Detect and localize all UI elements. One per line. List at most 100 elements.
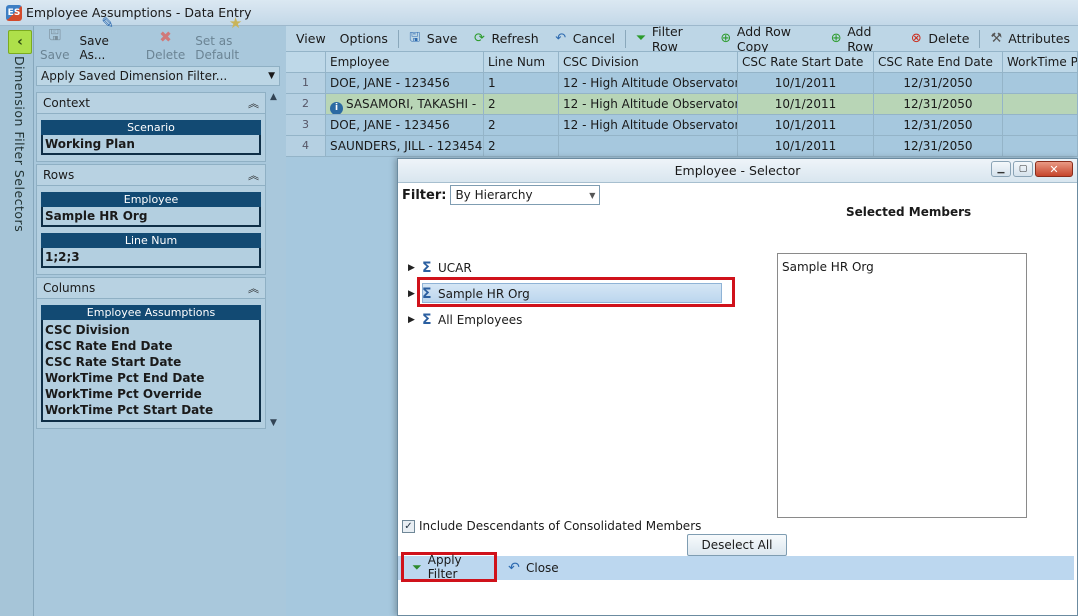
worktime-cell[interactable] (1003, 115, 1078, 136)
dialog-title-bar[interactable]: Employee - Selector ▁ ▢ ✕ (398, 159, 1077, 183)
table-row[interactable]: 4 SAUNDERS, JILL - 123454 2 10/1/2011 12… (286, 136, 1078, 157)
plus-circle-icon: ⊕ (720, 31, 732, 46)
employee-cell[interactable]: SAUNDERS, JILL - 123454 (326, 136, 484, 157)
end-date-cell[interactable]: 12/31/2050 (874, 136, 1003, 157)
scroll-up-icon[interactable]: ▲ (270, 92, 277, 102)
division-cell[interactable]: 12 - High Altitude Observatory (559, 115, 738, 136)
line-cell[interactable]: 2 (484, 136, 559, 157)
attributes-label: Attributes (1008, 31, 1070, 46)
apply-filter-button[interactable]: ⏷ Apply Filter (401, 552, 497, 582)
close-button[interactable]: ↶ Close (506, 556, 559, 580)
attributes-button[interactable]: ⚒ Attributes (982, 28, 1078, 50)
line-num-field[interactable]: 1;2;3 (41, 248, 261, 268)
selected-members-list[interactable]: Sample HR Org (777, 253, 1027, 518)
worktime-cell[interactable] (1003, 73, 1078, 94)
column-header[interactable]: CSC Division (559, 52, 738, 73)
start-date-cell[interactable]: 10/1/2011 (738, 115, 874, 136)
line-cell[interactable]: 2 (484, 94, 559, 115)
tree-node-all-employees[interactable]: ▶ Σ All Employees (408, 307, 738, 333)
saved-filter-dropdown[interactable]: Apply Saved Dimension Filter... ▼ (36, 66, 280, 86)
tree-node-sample-hr-org[interactable]: ▶ Σ Sample HR Org (408, 277, 738, 307)
close-label: Close (526, 561, 559, 575)
list-item[interactable]: Sample HR Org (782, 260, 1022, 274)
column-header[interactable]: CSC Rate Start Date (738, 52, 874, 73)
scenario-field[interactable]: Working Plan (41, 135, 261, 155)
context-title: Context (43, 96, 91, 110)
division-cell[interactable] (559, 136, 738, 157)
worktime-cell[interactable] (1003, 136, 1078, 157)
expand-arrow-icon[interactable]: ▶ (408, 315, 422, 325)
star-icon: ★ (228, 14, 243, 32)
rows-section-header[interactable]: Rows ︽ (36, 164, 266, 186)
toolbar-divider (397, 29, 399, 48)
table-row[interactable]: 2 i SASAMORI, TAKASHI - 2 12 - High Altit… (286, 94, 1078, 115)
end-date-cell[interactable]: 12/31/2050 (874, 115, 1003, 136)
expand-arrow-icon[interactable]: ▶ (408, 289, 422, 299)
set-as-default-button[interactable]: ★ Set as Default (195, 14, 276, 62)
end-date-cell[interactable]: 12/31/2050 (874, 73, 1003, 94)
view-menu[interactable]: View (290, 28, 334, 50)
options-menu[interactable]: Options (334, 28, 396, 50)
column-header[interactable]: CSC Rate End Date (874, 52, 1003, 73)
start-date-cell[interactable]: 10/1/2011 (738, 136, 874, 157)
division-cell[interactable]: 12 - High Altitude Observatory (559, 73, 738, 94)
collapse-chevrons-icon[interactable]: ︽ (248, 167, 259, 183)
toolbar-divider (979, 29, 981, 48)
filter-select[interactable]: By Hierarchy ▼ (450, 185, 601, 205)
filter-row-button[interactable]: ⏷ Filter Row (628, 24, 713, 54)
start-date-cell[interactable]: 10/1/2011 (738, 73, 874, 94)
end-date-cell[interactable]: 12/31/2050 (874, 94, 1003, 115)
tree-node-label: UCAR (438, 261, 472, 275)
employee-field[interactable]: Sample HR Org (41, 207, 261, 227)
collapse-chevrons-icon[interactable]: ︽ (248, 95, 259, 111)
employee-cell[interactable]: DOE, JANE - 123456 (326, 115, 484, 136)
undo-icon: ↶ (555, 31, 567, 46)
table-row[interactable]: 1 DOE, JANE - 123456 1 12 - High Altitud… (286, 73, 1078, 94)
delete-x-icon: ✖ (159, 28, 172, 46)
column-header[interactable]: Employee (326, 52, 484, 73)
add-row-copy-button[interactable]: ⊕ Add Row Copy (713, 24, 823, 54)
division-cell[interactable]: 12 - High Altitude Observatory (559, 94, 738, 115)
close-window-button[interactable]: ✕ (1035, 161, 1073, 177)
filter-save-button[interactable]: 🖫 Save (40, 26, 70, 63)
employee-cell[interactable]: DOE, JANE - 123456 (326, 73, 484, 94)
filter-delete-button[interactable]: ✖ Delete (146, 28, 185, 62)
include-descendants-checkbox[interactable]: ✓ (402, 519, 415, 533)
columns-section-header[interactable]: Columns ︽ (36, 277, 266, 299)
minimize-button[interactable]: ▁ (991, 161, 1011, 177)
hierarchy-tree: ▶ Σ UCAR ▶ Σ Sample HR Org ▶ Σ All Emplo… (408, 255, 738, 333)
column-header[interactable]: WorkTime Pct (1003, 52, 1078, 73)
line-cell[interactable]: 1 (484, 73, 559, 94)
plus-circle-icon: ⊕ (830, 31, 842, 46)
filter-select-value: By Hierarchy (455, 188, 533, 202)
context-section-header[interactable]: Context ︽ (36, 92, 266, 114)
worktime-cell[interactable] (1003, 94, 1078, 115)
filter-save-as-button[interactable]: ✎ Save As... (79, 14, 135, 62)
filter-panel-scrollbar[interactable]: ▲ ▼ (268, 90, 282, 432)
include-descendants-row[interactable]: ✓ Include Descendants of Consolidated Me… (402, 519, 701, 533)
maximize-button[interactable]: ▢ (1013, 161, 1033, 177)
filter-save-label: Save (40, 48, 70, 62)
add-row-button[interactable]: ⊕ Add Row (823, 24, 902, 54)
table-row[interactable]: 3 DOE, JANE - 123456 2 12 - High Altitud… (286, 115, 1078, 136)
scroll-down-icon[interactable]: ▼ (270, 418, 277, 428)
info-icon[interactable]: i (330, 102, 343, 114)
add-row-copy-label: Add Row Copy (736, 23, 792, 54)
employee-assumptions-list[interactable]: CSC Division CSC Rate End Date CSC Rate … (41, 320, 261, 422)
save-button[interactable]: 🖫 Save (401, 28, 466, 50)
refresh-button[interactable]: ⟳ Refresh (465, 28, 546, 50)
column-header[interactable]: Line Num (484, 52, 559, 73)
cancel-button[interactable]: ↶ Cancel (547, 28, 623, 50)
expand-arrow-icon[interactable]: ▶ (408, 263, 422, 273)
start-date-cell[interactable]: 10/1/2011 (738, 94, 874, 115)
toolbar-divider (625, 29, 626, 48)
save-as-icon: ✎ (101, 14, 114, 32)
delete-button[interactable]: ⊗ Delete (902, 28, 977, 50)
line-cell[interactable]: 2 (484, 115, 559, 136)
collapse-chevrons-icon[interactable]: ︽ (248, 280, 259, 296)
collapse-panel-button[interactable]: ‹ (8, 30, 32, 54)
list-item: CSC Rate End Date (45, 339, 173, 353)
rows-title: Rows (43, 168, 75, 182)
employee-cell[interactable]: i SASAMORI, TAKASHI - (326, 94, 484, 115)
deselect-all-button[interactable]: Deselect All (687, 534, 787, 556)
